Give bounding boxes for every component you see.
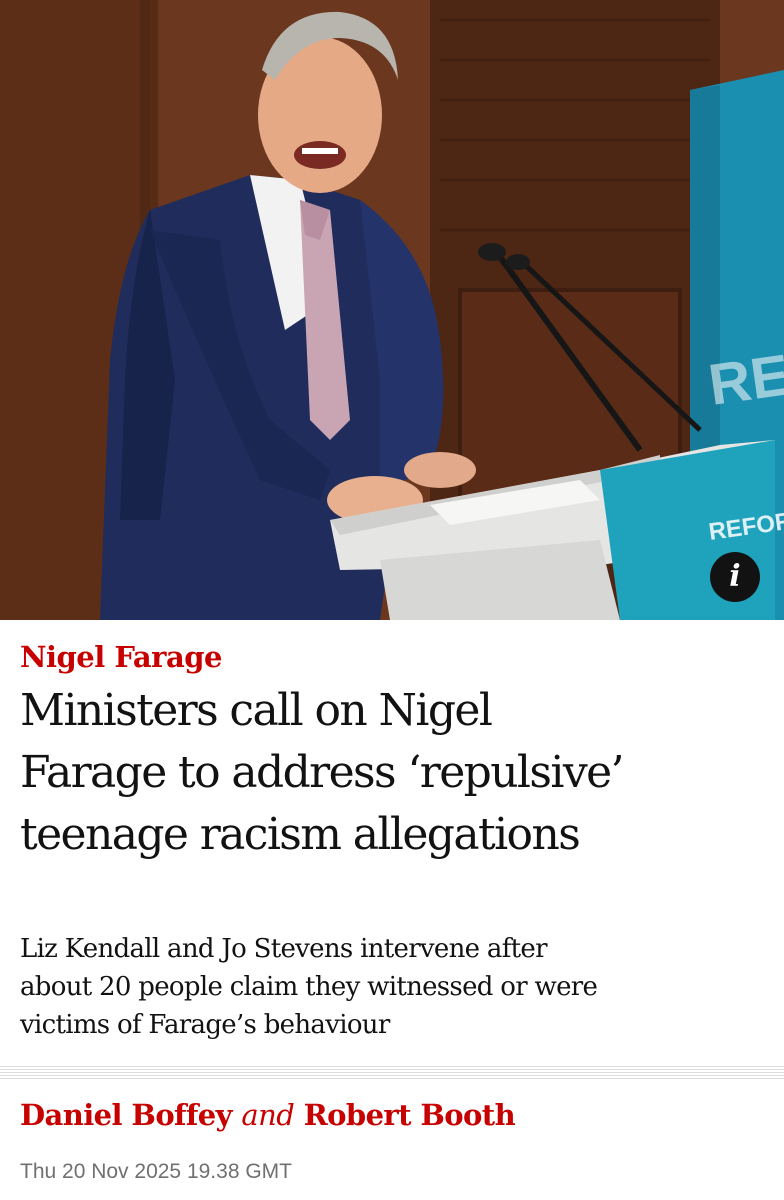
headline-line: Ministers call on Nigel xyxy=(20,685,493,736)
info-icon: i xyxy=(729,559,741,594)
standfirst-line: Liz Kendall and Jo Stevens intervene aft… xyxy=(20,934,547,964)
publish-date: Thu 20 Nov 2025 19.38 GMT xyxy=(20,1160,292,1183)
byline: Daniel Boffey and Robert Booth xyxy=(20,1098,516,1132)
standfirst-line: about 20 people claim they witnessed or … xyxy=(20,972,598,1002)
hero-photo: REFO REFORMUK i xyxy=(0,0,784,620)
byline-joiner: and xyxy=(241,1098,295,1132)
section-kicker[interactable]: Nigel Farage xyxy=(20,640,222,674)
author-link-2[interactable]: Robert Booth xyxy=(304,1098,516,1132)
author-link-1[interactable]: Daniel Boffey xyxy=(20,1098,233,1132)
standfirst: Liz Kendall and Jo Stevens intervene aft… xyxy=(20,930,764,1044)
photo-info-button[interactable]: i xyxy=(710,552,760,602)
headline-line: Farage to address ‘repulsive’ xyxy=(20,747,625,798)
standfirst-line: victims of Farage’s behaviour xyxy=(20,1010,390,1040)
divider-rules xyxy=(0,1066,784,1080)
hero-illustration: REFO REFORMUK xyxy=(0,0,784,620)
headline: Ministers call on Nigel Farage to addres… xyxy=(20,680,764,866)
headline-line: teenage racism allegations xyxy=(20,809,581,860)
